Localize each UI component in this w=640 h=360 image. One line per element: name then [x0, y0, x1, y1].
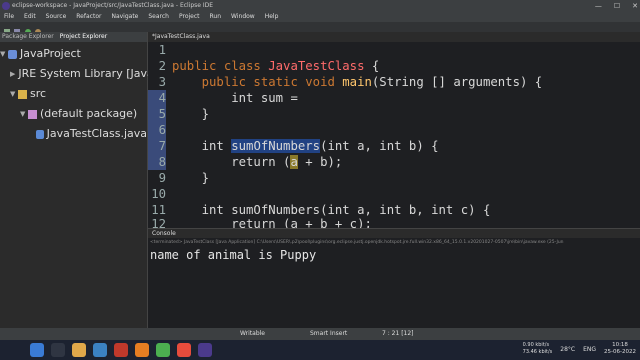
chevron-down-icon[interactable]: ▼: [10, 84, 18, 104]
console-view: Console <terminated> JavaTestClass [Java…: [148, 228, 640, 328]
menu-bar: File Edit Source Refactor Navigate Searc…: [0, 12, 640, 22]
toolbar: [0, 22, 640, 35]
explorer-tabs: Package Explorer Project Explorer: [0, 32, 147, 42]
tree-item-label: JRE System Library [Java: [18, 67, 154, 80]
tree-item-label: JavaTestClass.java: [46, 127, 147, 140]
java-file-icon: [36, 129, 44, 139]
close-button[interactable]: ✕: [632, 0, 638, 12]
status-bar: Writable Smart Insert 7 : 21 [12]: [0, 328, 640, 340]
project-icon: [8, 49, 17, 59]
tree-item-java-file[interactable]: JavaTestClass.java: [0, 124, 147, 144]
menu-navigate[interactable]: Navigate: [111, 12, 138, 22]
menu-edit[interactable]: Edit: [24, 12, 36, 22]
tree-item-src[interactable]: ▼ src: [0, 84, 147, 104]
menu-project[interactable]: Project: [179, 12, 200, 22]
maximize-button[interactable]: ☐: [614, 0, 620, 12]
status-insert-mode: Smart Insert: [310, 330, 348, 337]
code-line: 12 return (a + b + c);: [151, 217, 372, 228]
console-tab-label: Console: [152, 230, 176, 237]
code-line: 5 }: [148, 106, 209, 122]
system-tray: 0.90 kbit/s 73.46 kbit/s 28°C ENG 10:18 …: [523, 342, 636, 356]
network-speed: 0.90 kbit/s 73.46 kbit/s: [522, 342, 553, 355]
code-line: 9 }: [158, 171, 210, 185]
status-writable: Writable: [240, 330, 265, 337]
window-controls: — ☐ ✕: [595, 0, 638, 12]
minimize-button[interactable]: —: [595, 0, 602, 12]
menu-window[interactable]: Window: [231, 12, 255, 22]
project-tree: ▼ JavaProject ▶ JRE System Library [Java…: [0, 42, 154, 144]
chevron-right-icon[interactable]: ▶: [10, 64, 15, 84]
chevron-down-icon[interactable]: ▼: [0, 44, 8, 64]
selected-text: sumOfNumbers: [231, 139, 321, 153]
search-icon[interactable]: [51, 343, 65, 357]
tree-item-project[interactable]: ▼ JavaProject: [0, 44, 147, 64]
windows-start-icon[interactable]: [30, 343, 44, 357]
firefox-icon[interactable]: [135, 343, 149, 357]
project-explorer: Package Explorer Project Explorer ▼ Java…: [0, 32, 154, 328]
code-line: 8 return (a + b);: [148, 154, 342, 170]
editor-tab[interactable]: *JavaTestClass.java: [148, 32, 640, 42]
menu-run[interactable]: Run: [210, 12, 222, 22]
tab-package-explorer[interactable]: Package Explorer: [2, 32, 54, 42]
media-icon[interactable]: [177, 343, 191, 357]
menu-file[interactable]: File: [4, 12, 14, 22]
file-explorer-icon[interactable]: [72, 343, 86, 357]
chevron-down-icon[interactable]: ▼: [20, 104, 28, 124]
opera-icon[interactable]: [114, 343, 128, 357]
editor-tab-label: *JavaTestClass.java: [152, 33, 210, 40]
window-title: eclipse-workspace - JavaProject/src/Java…: [12, 2, 214, 9]
console-output[interactable]: name of animal is Puppy: [148, 247, 640, 263]
tree-item-label: (default package): [40, 107, 138, 120]
code-line: 4 int sum =: [148, 90, 305, 106]
package-icon: [28, 109, 37, 119]
menu-help[interactable]: Help: [265, 12, 279, 22]
status-cursor-position: 7 : 21 [12]: [382, 330, 414, 337]
code-line: 3 public static void main(String [] argu…: [158, 75, 543, 89]
tab-project-explorer[interactable]: Project Explorer: [60, 32, 107, 42]
title-bar: eclipse-workspace - JavaProject/src/Java…: [0, 0, 640, 12]
tree-item-default-package[interactable]: ▼ (default package): [0, 104, 147, 124]
code-editor: *JavaTestClass.java 1 2 public class Java…: [148, 32, 640, 228]
weather-temperature[interactable]: 28°C: [560, 346, 575, 353]
code-line: 6: [148, 122, 172, 138]
eclipse-icon: [2, 2, 10, 10]
language-indicator[interactable]: ENG: [583, 346, 596, 353]
taskbar: 0.90 kbit/s 73.46 kbit/s 28°C ENG 10:18 …: [0, 340, 640, 360]
chrome-icon[interactable]: [156, 343, 170, 357]
console-tab[interactable]: Console: [148, 229, 640, 238]
tree-item-label: JavaProject: [20, 47, 81, 60]
tree-item-label: src: [30, 87, 47, 100]
menu-refactor[interactable]: Refactor: [76, 12, 101, 22]
code-line: 7 int sumOfNumbers(int a, int b) {: [148, 138, 439, 154]
tree-item-jre[interactable]: ▶ JRE System Library [Java: [0, 64, 154, 84]
clock[interactable]: 10:18 25-06-2022: [604, 342, 636, 356]
folder-icon: [18, 89, 27, 99]
mail-icon[interactable]: [93, 343, 107, 357]
menu-source[interactable]: Source: [46, 12, 67, 22]
code-line: 10: [151, 187, 166, 201]
taskbar-apps: [30, 343, 212, 357]
eclipse-icon[interactable]: [198, 343, 212, 357]
console-terminated-line: <terminated> JavaTestClass [Java Applica…: [150, 240, 564, 245]
code-line: 2 public class JavaTestClass {: [158, 59, 380, 73]
cursor-highlight: a: [290, 155, 298, 169]
code-line: 1: [158, 43, 166, 57]
menu-search[interactable]: Search: [148, 12, 169, 22]
